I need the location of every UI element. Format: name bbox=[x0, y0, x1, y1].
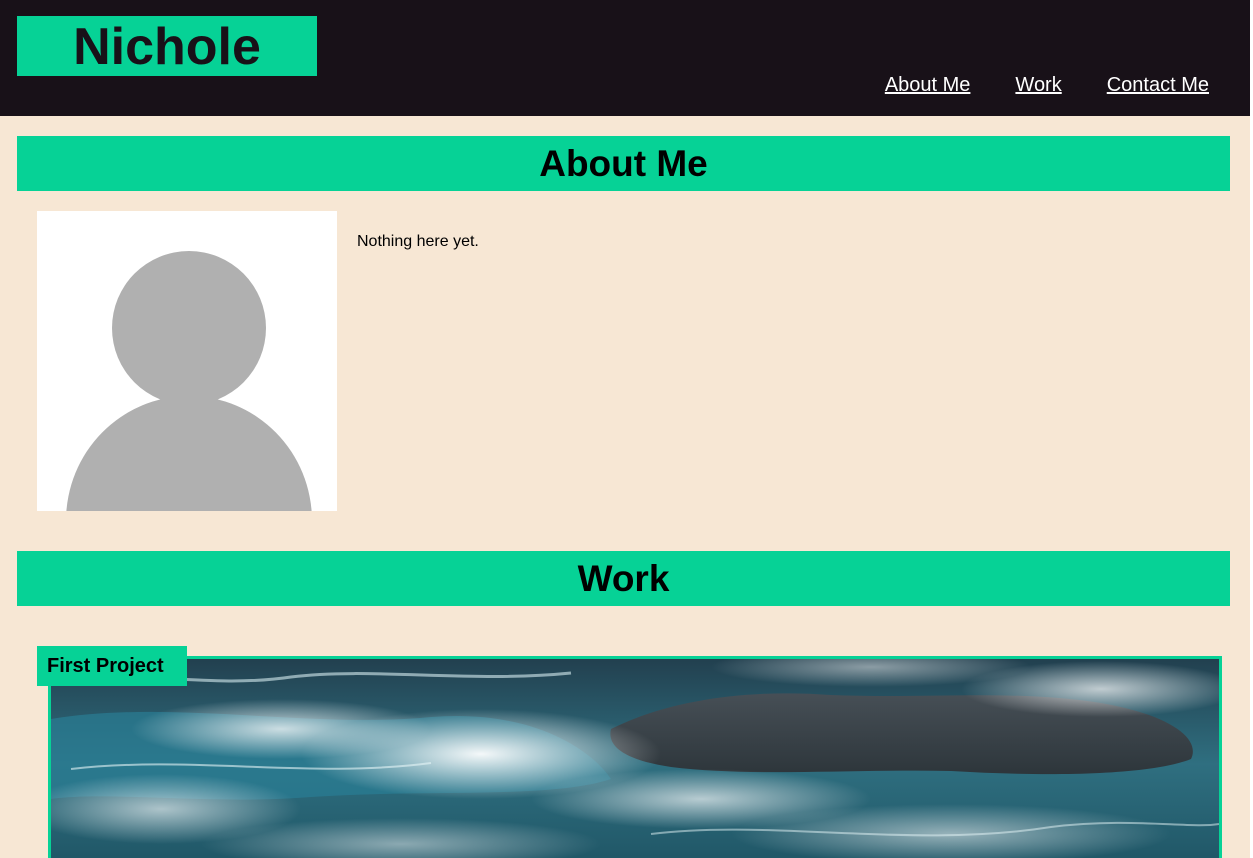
project-card[interactable] bbox=[48, 656, 1222, 858]
nav-link-about-me[interactable]: About Me bbox=[885, 74, 971, 97]
logo-text: Nichole bbox=[73, 18, 261, 76]
person-placeholder-icon bbox=[37, 211, 337, 511]
about-heading: About Me bbox=[539, 142, 708, 184]
logo[interactable]: Nichole bbox=[17, 16, 317, 76]
page: Nichole About Me Work Contact Me About M… bbox=[0, 0, 1250, 858]
about-text: Nothing here yet. bbox=[357, 233, 479, 250]
main-nav: About Me Work Contact Me bbox=[885, 74, 1209, 97]
project-label[interactable]: First Project bbox=[37, 646, 187, 686]
ocean-waves-image bbox=[51, 659, 1219, 858]
work-heading-bar: Work bbox=[17, 551, 1230, 606]
nav-link-contact-me[interactable]: Contact Me bbox=[1107, 74, 1209, 97]
about-heading-bar: About Me bbox=[17, 136, 1230, 191]
work-heading: Work bbox=[577, 557, 670, 599]
site-header: Nichole About Me Work Contact Me bbox=[0, 0, 1250, 116]
avatar bbox=[37, 211, 337, 511]
nav-link-work[interactable]: Work bbox=[1015, 74, 1061, 97]
project-title: First Project bbox=[47, 654, 164, 677]
